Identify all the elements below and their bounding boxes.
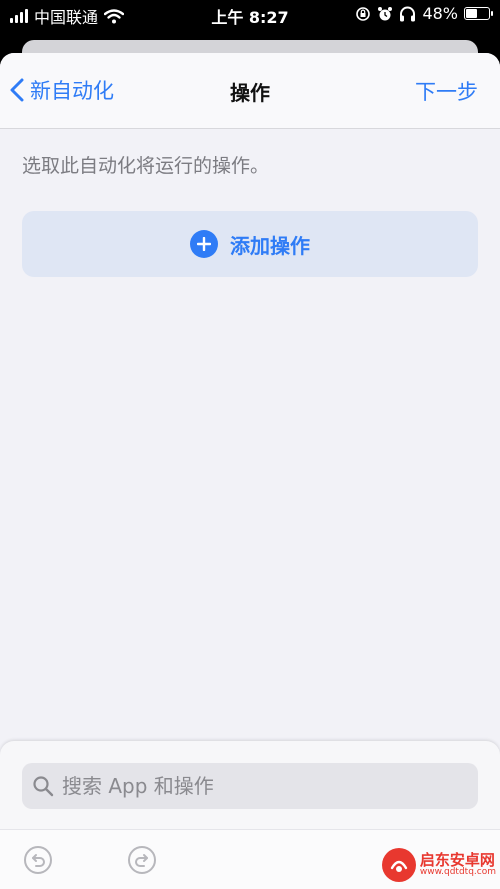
watermark-url: www.qdtdtq.com <box>419 867 496 878</box>
alarm-icon <box>378 6 393 20</box>
search-icon <box>33 776 54 797</box>
battery-icon <box>464 7 493 20</box>
navigation-bar: 新自动化 操作 下一步 <box>0 53 500 129</box>
redo-icon <box>128 846 156 874</box>
watermark: 启东安卓网 www.qdtdtq.com <box>381 848 496 882</box>
redo-button[interactable] <box>126 844 158 876</box>
status-right: 48% <box>355 4 493 23</box>
undo-icon <box>24 846 52 874</box>
search-field[interactable] <box>22 763 478 809</box>
headphones-icon <box>400 6 416 21</box>
next-button[interactable]: 下一步 <box>415 76 478 106</box>
battery-percent: 48% <box>422 4 458 23</box>
status-bar: 中国联通 上午 8:27 48% <box>0 0 500 28</box>
watermark-text: 启东安卓网 www.qdtdtq.com <box>420 852 496 878</box>
automation-sheet: 新自动化 操作 下一步 选取此自动化将运行的操作。 添加操作 <box>0 53 500 889</box>
plus-icon <box>190 230 218 258</box>
add-action-label: 添加操作 <box>230 233 310 258</box>
orientation-lock-icon <box>356 6 371 21</box>
search-input[interactable] <box>60 773 464 799</box>
watermark-logo-icon <box>381 848 416 882</box>
undo-button[interactable] <box>22 844 54 876</box>
instruction-text: 选取此自动化将运行的操作。 <box>22 155 270 177</box>
add-action-button[interactable]: 添加操作 <box>22 211 478 277</box>
watermark-title: 启东安卓网 <box>419 850 495 869</box>
